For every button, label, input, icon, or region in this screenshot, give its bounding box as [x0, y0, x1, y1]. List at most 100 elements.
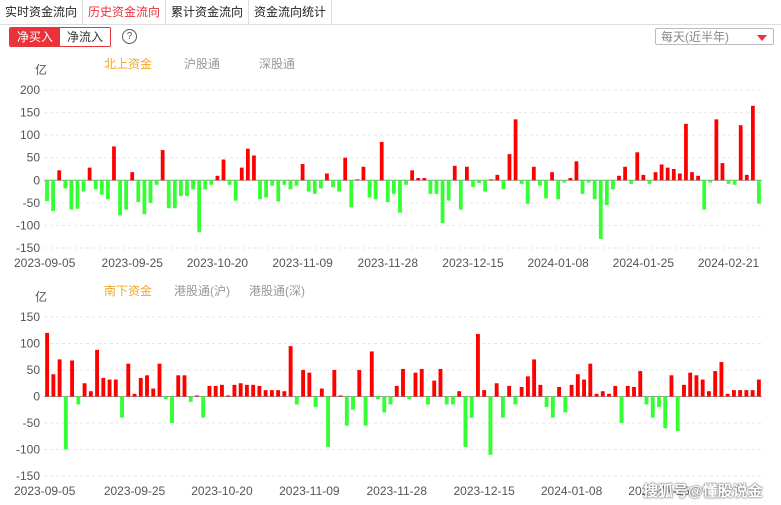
bar[interactable]: [238, 383, 243, 397]
bar[interactable]: [319, 388, 324, 397]
bar[interactable]: [482, 390, 487, 397]
bar[interactable]: [160, 150, 165, 181]
bar[interactable]: [756, 379, 761, 397]
bar[interactable]: [318, 180, 323, 189]
bar[interactable]: [244, 384, 249, 397]
bar[interactable]: [582, 379, 586, 397]
bar[interactable]: [307, 372, 312, 397]
bar[interactable]: [361, 166, 366, 181]
bar[interactable]: [501, 180, 506, 190]
bar[interactable]: [209, 180, 214, 185]
bar[interactable]: [410, 170, 415, 181]
bar[interactable]: [326, 396, 331, 447]
bar[interactable]: [726, 180, 731, 184]
bar[interactable]: [531, 166, 536, 181]
bar[interactable]: [331, 180, 335, 188]
bar[interactable]: [638, 371, 643, 397]
bar[interactable]: [465, 166, 469, 181]
bar[interactable]: [93, 180, 98, 190]
bar[interactable]: [301, 370, 306, 397]
bar[interactable]: [157, 363, 162, 397]
bar[interactable]: [148, 180, 153, 203]
bar[interactable]: [163, 396, 168, 400]
bar[interactable]: [422, 178, 427, 181]
bar[interactable]: [682, 384, 686, 397]
bar[interactable]: [714, 119, 719, 181]
bar[interactable]: [282, 180, 287, 185]
bar[interactable]: [232, 384, 237, 397]
bar[interactable]: [220, 384, 224, 397]
bar[interactable]: [550, 172, 554, 181]
legend-item[interactable]: 深股通: [259, 57, 295, 71]
help-icon[interactable]: ?: [122, 29, 137, 44]
bar[interactable]: [355, 179, 360, 181]
bar[interactable]: [300, 164, 305, 181]
bar[interactable]: [532, 359, 537, 397]
bar[interactable]: [369, 351, 374, 397]
bar[interactable]: [132, 393, 137, 397]
net-inflow-button[interactable]: 净流入: [60, 28, 111, 46]
bar[interactable]: [288, 180, 293, 190]
bar[interactable]: [101, 377, 106, 397]
bar[interactable]: [398, 180, 402, 213]
bar[interactable]: [120, 396, 124, 418]
bar[interactable]: [569, 384, 574, 397]
bar[interactable]: [650, 396, 655, 418]
bar[interactable]: [544, 180, 548, 199]
bar[interactable]: [594, 393, 599, 397]
bar[interactable]: [63, 180, 68, 189]
bar[interactable]: [708, 180, 713, 183]
bar[interactable]: [276, 180, 281, 202]
bar[interactable]: [706, 391, 711, 397]
bar[interactable]: [172, 180, 177, 209]
bar[interactable]: [288, 346, 293, 397]
bar[interactable]: [688, 372, 693, 397]
bar[interactable]: [124, 180, 129, 210]
bar[interactable]: [702, 180, 707, 210]
bar[interactable]: [99, 180, 104, 195]
bar[interactable]: [440, 180, 445, 224]
bar[interactable]: [725, 393, 730, 397]
bar[interactable]: [239, 167, 244, 181]
bar[interactable]: [495, 174, 500, 181]
bar[interactable]: [126, 363, 131, 397]
bar[interactable]: [185, 180, 189, 197]
bar[interactable]: [113, 379, 118, 397]
bar[interactable]: [136, 180, 141, 202]
bar[interactable]: [507, 154, 512, 181]
bar[interactable]: [179, 180, 183, 197]
bar[interactable]: [394, 385, 399, 397]
bar[interactable]: [677, 173, 682, 181]
bar[interactable]: [494, 383, 499, 397]
bar[interactable]: [170, 396, 174, 424]
bar[interactable]: [568, 178, 573, 181]
bar[interactable]: [188, 396, 193, 402]
bar[interactable]: [207, 385, 212, 397]
bar[interactable]: [574, 161, 579, 181]
bar[interactable]: [556, 180, 561, 200]
bar[interactable]: [731, 390, 736, 397]
bar[interactable]: [413, 372, 418, 397]
legend-item[interactable]: 港股通(深): [249, 284, 305, 298]
bar[interactable]: [201, 396, 206, 418]
legend-item[interactable]: 沪股通: [184, 57, 220, 71]
bar[interactable]: [604, 180, 609, 206]
bar[interactable]: [130, 172, 135, 181]
bar[interactable]: [665, 167, 670, 181]
bar[interactable]: [629, 180, 634, 184]
bar[interactable]: [719, 362, 724, 397]
bar[interactable]: [69, 180, 74, 210]
bar[interactable]: [343, 157, 348, 181]
bar[interactable]: [312, 180, 317, 194]
bar[interactable]: [426, 396, 430, 405]
bar[interactable]: [458, 180, 463, 210]
bar[interactable]: [600, 391, 605, 397]
bar[interactable]: [513, 119, 518, 181]
bar[interactable]: [294, 396, 299, 405]
bar[interactable]: [388, 396, 393, 405]
bar[interactable]: [477, 180, 481, 183]
bar[interactable]: [269, 390, 274, 397]
bar[interactable]: [457, 391, 462, 397]
bar[interactable]: [592, 180, 597, 200]
bar[interactable]: [118, 180, 122, 216]
